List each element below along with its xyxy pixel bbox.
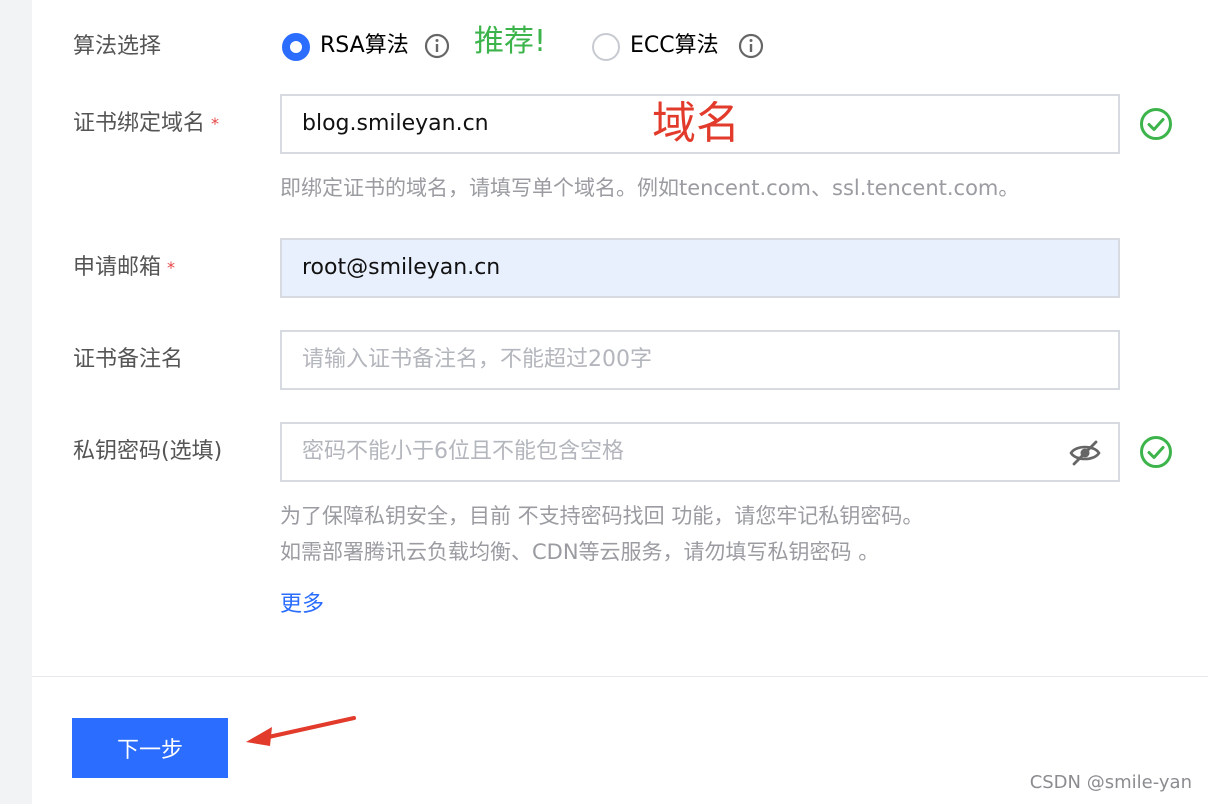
check-circle-icon [1140,108,1172,140]
rsa-radio-button[interactable] [282,33,310,61]
check-circle-icon [1140,436,1172,468]
remark-input[interactable]: 请输入证书备注名，不能超过200字 [280,330,1120,390]
domain-label: 证书绑定域名 * [73,109,219,139]
email-label: 申请邮箱 * [73,253,175,283]
domain-input-value: blog.smileyan.cn [302,111,489,136]
password-label: 私钥密码(选填) [73,439,223,464]
password-input[interactable]: 密码不能小于6位且不能包含空格 [280,422,1120,482]
next-step-button[interactable]: 下一步 [72,718,228,778]
watermark: CSDN @smile-yan [1029,772,1192,793]
rsa-radio-label[interactable]: RSA算法 [320,31,409,61]
email-input-value: root@smileyan.cn [302,255,501,280]
password-hint-line1: 为了保障私钥安全，目前 不支持密码找回 功能，请您牢记私钥密码。 [280,504,924,528]
password-hint-line2: 如需部署腾讯云负载均衡、CDN等云服务，请勿填写私钥密码 。 [280,540,880,564]
algorithm-label: 算法选择 [73,34,162,59]
domain-label-text: 证书绑定域名 [73,111,206,136]
footer-divider [32,676,1208,677]
more-link[interactable]: 更多 [280,590,324,620]
info-icon[interactable] [424,33,450,59]
ecc-radio-button[interactable] [592,33,620,61]
remark-label: 证书备注名 [73,347,184,372]
required-mark: * [211,114,220,133]
remark-placeholder: 请输入证书备注名，不能超过200字 [302,347,652,372]
password-placeholder: 密码不能小于6位且不能包含空格 [302,439,624,464]
domain-hint: 即绑定证书的域名，请填写单个域名。例如tencent.com、ssl.tence… [280,176,1020,200]
annotation-arrow-icon [246,716,356,746]
recommend-annotation: 推荐! [474,24,547,59]
email-input[interactable]: root@smileyan.cn [280,238,1120,298]
info-icon[interactable] [738,33,764,59]
eye-off-icon[interactable] [1068,439,1102,467]
ecc-radio-label[interactable]: ECC算法 [630,31,719,61]
required-mark: * [167,258,176,277]
domain-annotation: 域名 [652,98,740,149]
email-label-text: 申请邮箱 [73,255,162,280]
